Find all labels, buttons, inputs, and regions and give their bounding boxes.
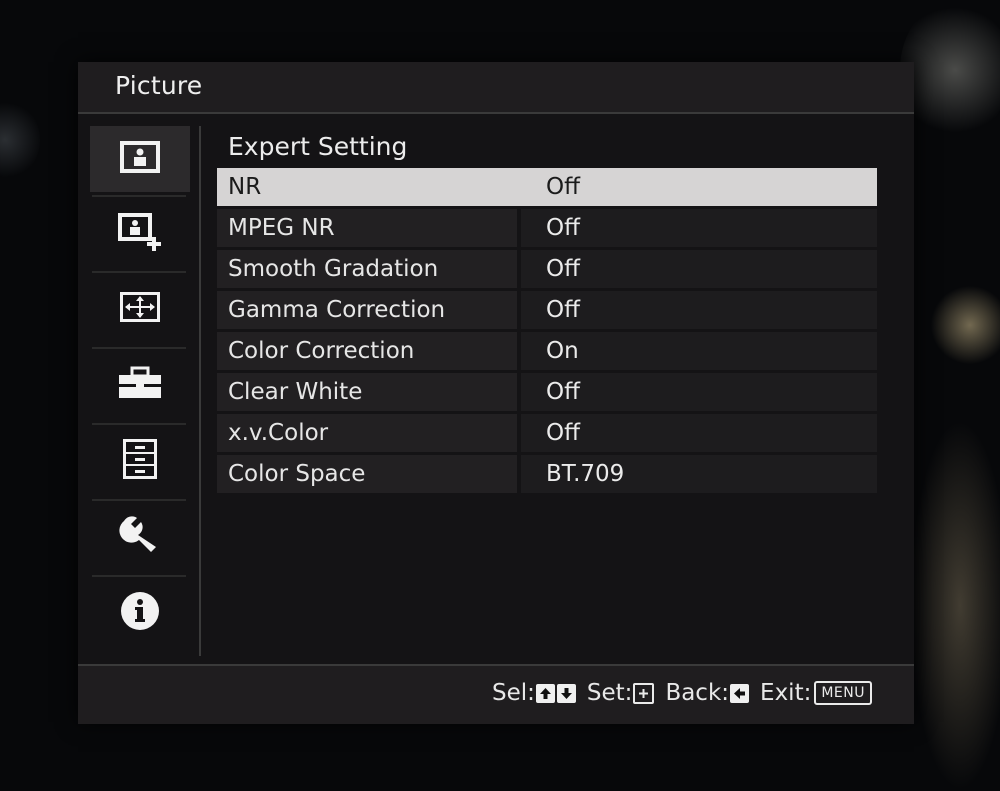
setting-value: Off [546,174,580,200]
setting-row-xv-color[interactable]: x.v.Color Off [217,414,877,452]
setting-row-color-space[interactable]: Color Space BT.709 [217,455,877,493]
setting-value: BT.709 [521,455,877,493]
setting-value: Off [521,209,877,247]
setting-row-smooth-gradation[interactable]: Smooth Gradation Off [217,250,877,288]
sidebar-item-picture-plus[interactable] [90,200,190,266]
setting-value: Off [521,414,877,452]
enter-key-icon [633,682,655,704]
sidebar-item-info[interactable] [90,580,190,646]
screen-adjust-icon [118,290,162,328]
sidebar-divider [199,126,201,656]
background-bokeh [910,420,1000,791]
setting-label: NR [228,174,262,200]
setting-label: MPEG NR [217,209,517,247]
menu-key-icon: MENU [814,681,872,705]
sidebar-item-screen[interactable] [90,276,190,342]
wrench-icon [118,513,162,561]
setting-label: Gamma Correction [217,291,517,329]
sidebar-separator [92,195,186,197]
toolbox-icon [117,366,163,404]
background-bokeh [930,280,1000,370]
title-bar: Picture [78,62,914,114]
category-sidebar [88,124,194,650]
sel-label: Sel: [492,680,535,706]
back-arrow-key-icon [730,683,750,703]
setting-value: On [521,332,877,370]
background-bokeh [900,0,1000,140]
storage-icon [121,437,159,485]
sidebar-item-storage[interactable] [90,428,190,494]
setting-label: Smooth Gradation [217,250,517,288]
setting-value: Off [521,250,877,288]
down-arrow-key-icon [556,683,576,703]
setting-row-color-correction[interactable]: Color Correction On [217,332,877,370]
sidebar-item-picture[interactable] [90,126,190,192]
sidebar-item-setup[interactable] [90,504,190,570]
set-label: Set: [586,680,633,706]
setting-row-gamma-correction[interactable]: Gamma Correction Off [217,291,877,329]
sidebar-item-toolbox[interactable] [90,352,190,418]
background-bokeh [0,100,40,180]
setting-label: Color Correction [217,332,517,370]
sidebar-separator [92,499,186,501]
info-icon [119,590,161,636]
picture-plus-icon [116,211,164,255]
exit-label: Exit: [760,680,812,706]
up-arrow-key-icon [535,683,555,703]
section-title: Expert Setting [228,132,408,161]
setting-label: Clear White [217,373,517,411]
picture-menu-panel: Picture Expert Setting NR Off MPEG NR Of… [78,62,914,724]
sidebar-separator [92,575,186,577]
key-guide: Sel: Set: Back: Exit: MENU [492,680,872,706]
sidebar-separator [92,347,186,349]
setting-row-clear-white[interactable]: Clear White Off [217,373,877,411]
setting-row-nr[interactable]: NR Off [217,168,877,206]
help-bar: Sel: Set: Back: Exit: MENU [78,664,914,724]
picture-icon [118,139,162,179]
setting-row-mpeg-nr[interactable]: MPEG NR Off [217,209,877,247]
setting-value: Off [521,373,877,411]
menu-title: Picture [115,71,203,100]
setting-value: Off [521,291,877,329]
setting-label: x.v.Color [217,414,517,452]
setting-label: Color Space [217,455,517,493]
sidebar-separator [92,423,186,425]
sidebar-separator [92,271,186,273]
back-label: Back: [665,680,730,706]
